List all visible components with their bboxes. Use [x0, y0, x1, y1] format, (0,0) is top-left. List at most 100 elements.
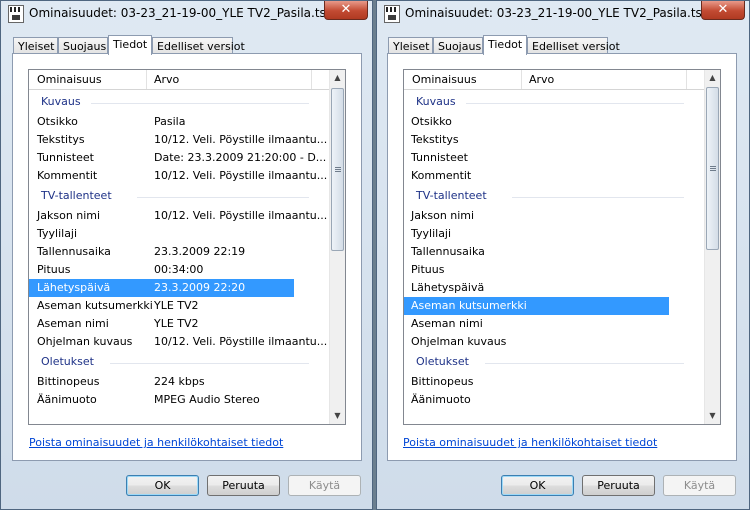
group-divider-line — [136, 197, 309, 198]
vertical-scrollbar[interactable]: ▲ ▼ — [329, 70, 345, 424]
apply-button[interactable]: Käytä — [288, 475, 361, 496]
property-list[interactable]: Ominaisuus Arvo Kuvaus Otsikko Tekstitys Tu… — [403, 69, 721, 425]
cancel-button[interactable]: Peruuta — [207, 475, 280, 496]
property-row[interactable]: Pituus 00:34:00 — [29, 261, 329, 279]
title-bar[interactable]: Ominaisuudet: 03-23_21-19-00_YLE TV2_Pas… — [377, 1, 749, 29]
column-divider[interactable] — [311, 70, 312, 89]
property-row[interactable]: Tunnisteet — [404, 149, 704, 167]
scroll-up-arrow-icon[interactable]: ▲ — [330, 70, 345, 86]
tab-yleiset[interactable]: Yleiset — [388, 37, 433, 54]
column-header-value[interactable]: Arvo — [529, 73, 554, 86]
property-value: 23.3.2009 22:20 — [154, 281, 246, 294]
property-name: Tunnisteet — [37, 151, 94, 164]
column-divider[interactable] — [146, 70, 147, 89]
property-row[interactable]: Tekstitys 10/12. Veli. Pöystille ilmaantu… — [29, 131, 329, 149]
group-header[interactable]: Kuvaus — [404, 91, 704, 113]
property-row[interactable]: Ohjelman kuvaus — [404, 333, 704, 351]
tab-suojaus[interactable]: Suojaus — [433, 37, 483, 54]
property-row[interactable]: Kommentit 10/12. Veli. Pöystille ilmaantu… — [29, 167, 329, 185]
scroll-up-arrow-icon[interactable]: ▲ — [705, 70, 720, 86]
property-name: Tunnisteet — [411, 151, 468, 164]
close-button[interactable]: ✕ — [324, 1, 368, 20]
close-button[interactable]: ✕ — [701, 1, 745, 20]
group-divider-line — [90, 103, 309, 104]
property-row-selected[interactable]: Lähetyspäivä 23.3.2009 22:20 — [29, 279, 294, 297]
properties-dialog-right: Ominaisuudet: 03-23_21-19-00_YLE TV2_Pas… — [376, 0, 750, 510]
property-name: Bittinopeus — [37, 375, 100, 388]
group-header[interactable]: TV-tallenteet — [29, 185, 329, 207]
group-header[interactable]: Oletukset — [29, 351, 329, 373]
column-divider[interactable] — [521, 70, 522, 89]
column-divider[interactable] — [686, 70, 687, 89]
ok-button[interactable]: OK — [501, 475, 574, 496]
property-name: Tyylilaji — [37, 227, 78, 240]
property-row-selected[interactable]: Aseman kutsumerkki — [404, 297, 669, 315]
property-row[interactable]: Tekstitys — [404, 131, 704, 149]
remove-properties-link[interactable]: Poista ominaisuudet ja henkilökohtaiset … — [403, 436, 657, 449]
property-row[interactable]: Ohjelman kuvaus 10/12. Veli. Pöystille il… — [29, 333, 329, 351]
property-name: Lähetyspäivä — [411, 281, 485, 294]
property-row[interactable]: Tallennusaika — [404, 243, 704, 261]
video-file-icon — [384, 5, 400, 23]
ok-button[interactable]: OK — [126, 475, 199, 496]
property-row[interactable]: Aseman kutsumerkki YLE TV2 — [29, 297, 329, 315]
property-row[interactable]: Tallennusaika 23.3.2009 22:19 — [29, 243, 329, 261]
vertical-scrollbar[interactable]: ▲ ▼ — [704, 70, 720, 424]
property-name: Pituus — [37, 263, 71, 276]
scroll-thumb[interactable] — [331, 88, 344, 251]
group-title: Oletukset — [41, 355, 94, 368]
scroll-thumb[interactable] — [706, 87, 719, 250]
tab-tiedot[interactable]: Tiedot — [483, 35, 527, 55]
group-divider-line — [511, 197, 684, 198]
title-bar[interactable]: Ominaisuudet: 03-23_21-19-00_YLE TV2_Pas… — [1, 1, 372, 29]
column-header-name[interactable]: Ominaisuus — [37, 73, 102, 86]
column-header-name[interactable]: Ominaisuus — [412, 73, 477, 86]
close-icon: ✕ — [340, 2, 352, 17]
column-header-value[interactable]: Arvo — [154, 73, 179, 86]
property-value: MPEG Audio Stereo — [154, 393, 260, 406]
property-row[interactable]: Pituus — [404, 261, 704, 279]
cancel-button[interactable]: Peruuta — [582, 475, 655, 496]
video-file-icon — [8, 5, 24, 23]
property-row[interactable]: Äänimuoto — [404, 391, 704, 409]
scroll-down-arrow-icon[interactable]: ▼ — [330, 408, 345, 424]
property-row[interactable]: Äänimuoto MPEG Audio Stereo — [29, 391, 329, 409]
property-row[interactable]: Otsikko — [404, 113, 704, 131]
property-name: Tallennusaika — [37, 245, 111, 258]
property-name: Tyylilaji — [411, 227, 452, 240]
property-value: 10/12. Veli. Pöystille ilmaantu... — [154, 335, 328, 348]
remove-properties-link[interactable]: Poista ominaisuudet ja henkilökohtaiset … — [29, 436, 283, 449]
grip-icon — [710, 165, 716, 171]
group-title: Kuvaus — [416, 95, 456, 108]
property-name: Äänimuoto — [411, 393, 471, 406]
property-name: Kommentit — [37, 169, 98, 182]
property-value: 10/12. Veli. Pöystille ilmaantu... — [154, 209, 328, 222]
tab-edelliset-versiot[interactable]: Edelliset versiot — [527, 37, 620, 54]
tab-suojaus[interactable]: Suojaus — [58, 37, 108, 54]
tab-tiedot[interactable]: Tiedot — [108, 35, 152, 55]
property-row[interactable]: Aseman nimi — [404, 315, 704, 333]
column-header-row: Ominaisuus Arvo — [29, 70, 329, 90]
property-row[interactable]: Jakson nimi — [404, 207, 704, 225]
property-row[interactable]: Otsikko Pasila — [29, 113, 329, 131]
group-header[interactable]: Oletukset — [404, 351, 704, 373]
group-header[interactable]: TV-tallenteet — [404, 185, 704, 207]
properties-dialog-left: Ominaisuudet: 03-23_21-19-00_YLE TV2_Pas… — [0, 0, 373, 510]
group-header[interactable]: Kuvaus — [29, 91, 329, 113]
apply-button[interactable]: Käytä — [663, 475, 736, 496]
property-row[interactable]: Lähetyspäivä — [404, 279, 704, 297]
property-row[interactable]: Bittinopeus 224 kbps — [29, 373, 329, 391]
property-row[interactable]: Tyylilaji — [404, 225, 704, 243]
tab-edelliset-versiot[interactable]: Edelliset versiot — [152, 37, 245, 54]
property-row[interactable]: Bittinopeus — [404, 373, 704, 391]
property-value: YLE TV2 — [154, 317, 199, 330]
property-name: Jakson nimi — [37, 209, 101, 222]
scroll-down-arrow-icon[interactable]: ▼ — [705, 408, 720, 424]
tab-yleiset[interactable]: Yleiset — [13, 37, 58, 54]
property-row[interactable]: Tyylilaji — [29, 225, 329, 243]
property-row[interactable]: Tunnisteet Date: 23.3.2009 21:20:00 - D..… — [29, 149, 329, 167]
property-row[interactable]: Aseman nimi YLE TV2 — [29, 315, 329, 333]
property-list[interactable]: Ominaisuus Arvo Kuvaus Otsikko Pasila Tekst… — [28, 69, 346, 425]
property-row[interactable]: Kommentit — [404, 167, 704, 185]
property-row[interactable]: Jakson nimi 10/12. Veli. Pöystille ilmaan… — [29, 207, 329, 225]
